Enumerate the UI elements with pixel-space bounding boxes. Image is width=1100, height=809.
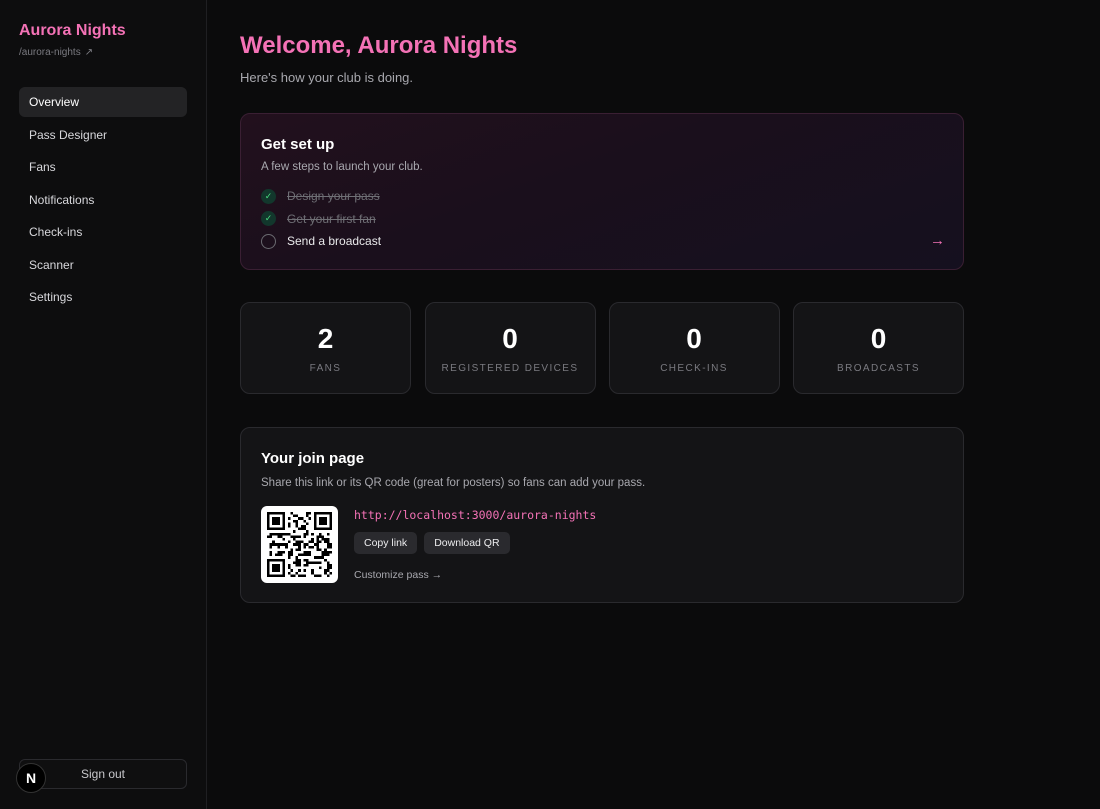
setup-title: Get set up xyxy=(261,136,335,153)
setup-step: Send a broadcast xyxy=(261,230,943,253)
setup-steps: ✓ Design your pass ✓ Get your first fan … xyxy=(261,185,943,253)
stat-card-check-ins: 0 CHECK-INS xyxy=(608,302,780,394)
stat-value: 0 xyxy=(686,322,702,354)
framework-logo-icon[interactable]: N xyxy=(16,763,46,793)
sidebar: Aurora Nights /aurora-nights ↗ Overview … xyxy=(0,0,207,809)
sidebar-item-notifications[interactable]: Notifications xyxy=(19,185,187,215)
check-icon: ✓ xyxy=(261,211,276,227)
copy-link-button[interactable]: Copy link xyxy=(354,532,418,554)
empty-circle-icon xyxy=(261,233,276,249)
check-icon: ✓ xyxy=(261,188,276,204)
brand-title: Aurora Nights xyxy=(19,22,126,39)
setup-description: A few steps to launch your club. xyxy=(261,161,423,173)
setup-step-label: Get your first fan xyxy=(287,211,376,226)
join-title: Your join page xyxy=(261,450,365,467)
sidebar-item-label: Fans xyxy=(29,160,56,174)
qr-code-icon xyxy=(267,512,332,577)
stat-label: REGISTERED DEVICES xyxy=(441,362,579,374)
download-qr-button[interactable]: Download QR xyxy=(424,532,510,554)
sidebar-item-label: Check-ins xyxy=(29,225,83,239)
sidebar-item-label: Notifications xyxy=(29,192,95,207)
qr-code xyxy=(261,506,338,583)
stat-value: 0 xyxy=(502,322,518,354)
sidebar-item-fans[interactable]: Fans xyxy=(19,152,187,182)
stat-label: FANS xyxy=(309,362,342,374)
stat-value: 2 xyxy=(317,322,334,354)
slug-text: /aurora-nights xyxy=(19,47,81,58)
setup-step: ✓ Get your first fan xyxy=(261,208,943,231)
setup-step-label: Send a broadcast xyxy=(287,234,382,249)
arrow-right-icon[interactable]: → xyxy=(930,232,945,249)
sidebar-item-scanner[interactable]: Scanner xyxy=(19,250,187,280)
stat-label: BROADCASTS xyxy=(837,362,920,374)
stat-card-registered-devices: 0 REGISTERED DEVICES xyxy=(424,302,596,394)
slug-link[interactable]: /aurora-nights ↗ xyxy=(19,47,93,58)
customize-pass-link[interactable]: Customize pass → xyxy=(354,569,442,581)
sidebar-item-label: Overview xyxy=(29,95,80,109)
join-description: Share this link or its QR code (great fo… xyxy=(261,477,646,489)
stat-value: 0 xyxy=(870,322,887,354)
sidebar-item-pass-designer[interactable]: Pass Designer xyxy=(19,120,187,150)
join-url[interactable]: http://localhost:3000/aurora-nights xyxy=(354,508,596,522)
page-subtitle: Here's how your club is doing. xyxy=(240,70,414,85)
setup-step-label: Design your pass xyxy=(287,189,380,204)
sidebar-item-label: Pass Designer xyxy=(29,127,108,142)
setup-step: ✓ Design your pass xyxy=(261,185,943,208)
stats-row: 2 FANS 0 REGISTERED DEVICES 0 CHECK-INS … xyxy=(240,302,964,394)
page-title: Welcome, Aurora Nights xyxy=(240,32,518,59)
sidebar-item-label: Scanner xyxy=(29,257,74,272)
join-actions: Copy link Download QR xyxy=(354,532,510,554)
sidebar-item-check-ins[interactable]: Check-ins xyxy=(19,217,187,247)
setup-card[interactable]: Get set up A few steps to launch your cl… xyxy=(240,113,964,270)
sidebar-item-overview[interactable]: Overview xyxy=(19,87,187,117)
stat-label: CHECK-INS xyxy=(660,362,728,374)
sidebar-item-settings[interactable]: Settings xyxy=(19,282,187,312)
stat-card-broadcasts: 0 BROADCASTS xyxy=(793,302,964,394)
sidebar-nav: Overview Pass Designer Fans Notification… xyxy=(19,87,187,315)
sidebar-item-label: Settings xyxy=(29,290,73,304)
external-link-icon: ↗ xyxy=(84,47,94,58)
join-page-card: Your join page Share this link or its QR… xyxy=(240,427,964,603)
stat-card-fans: 2 FANS xyxy=(240,302,411,394)
